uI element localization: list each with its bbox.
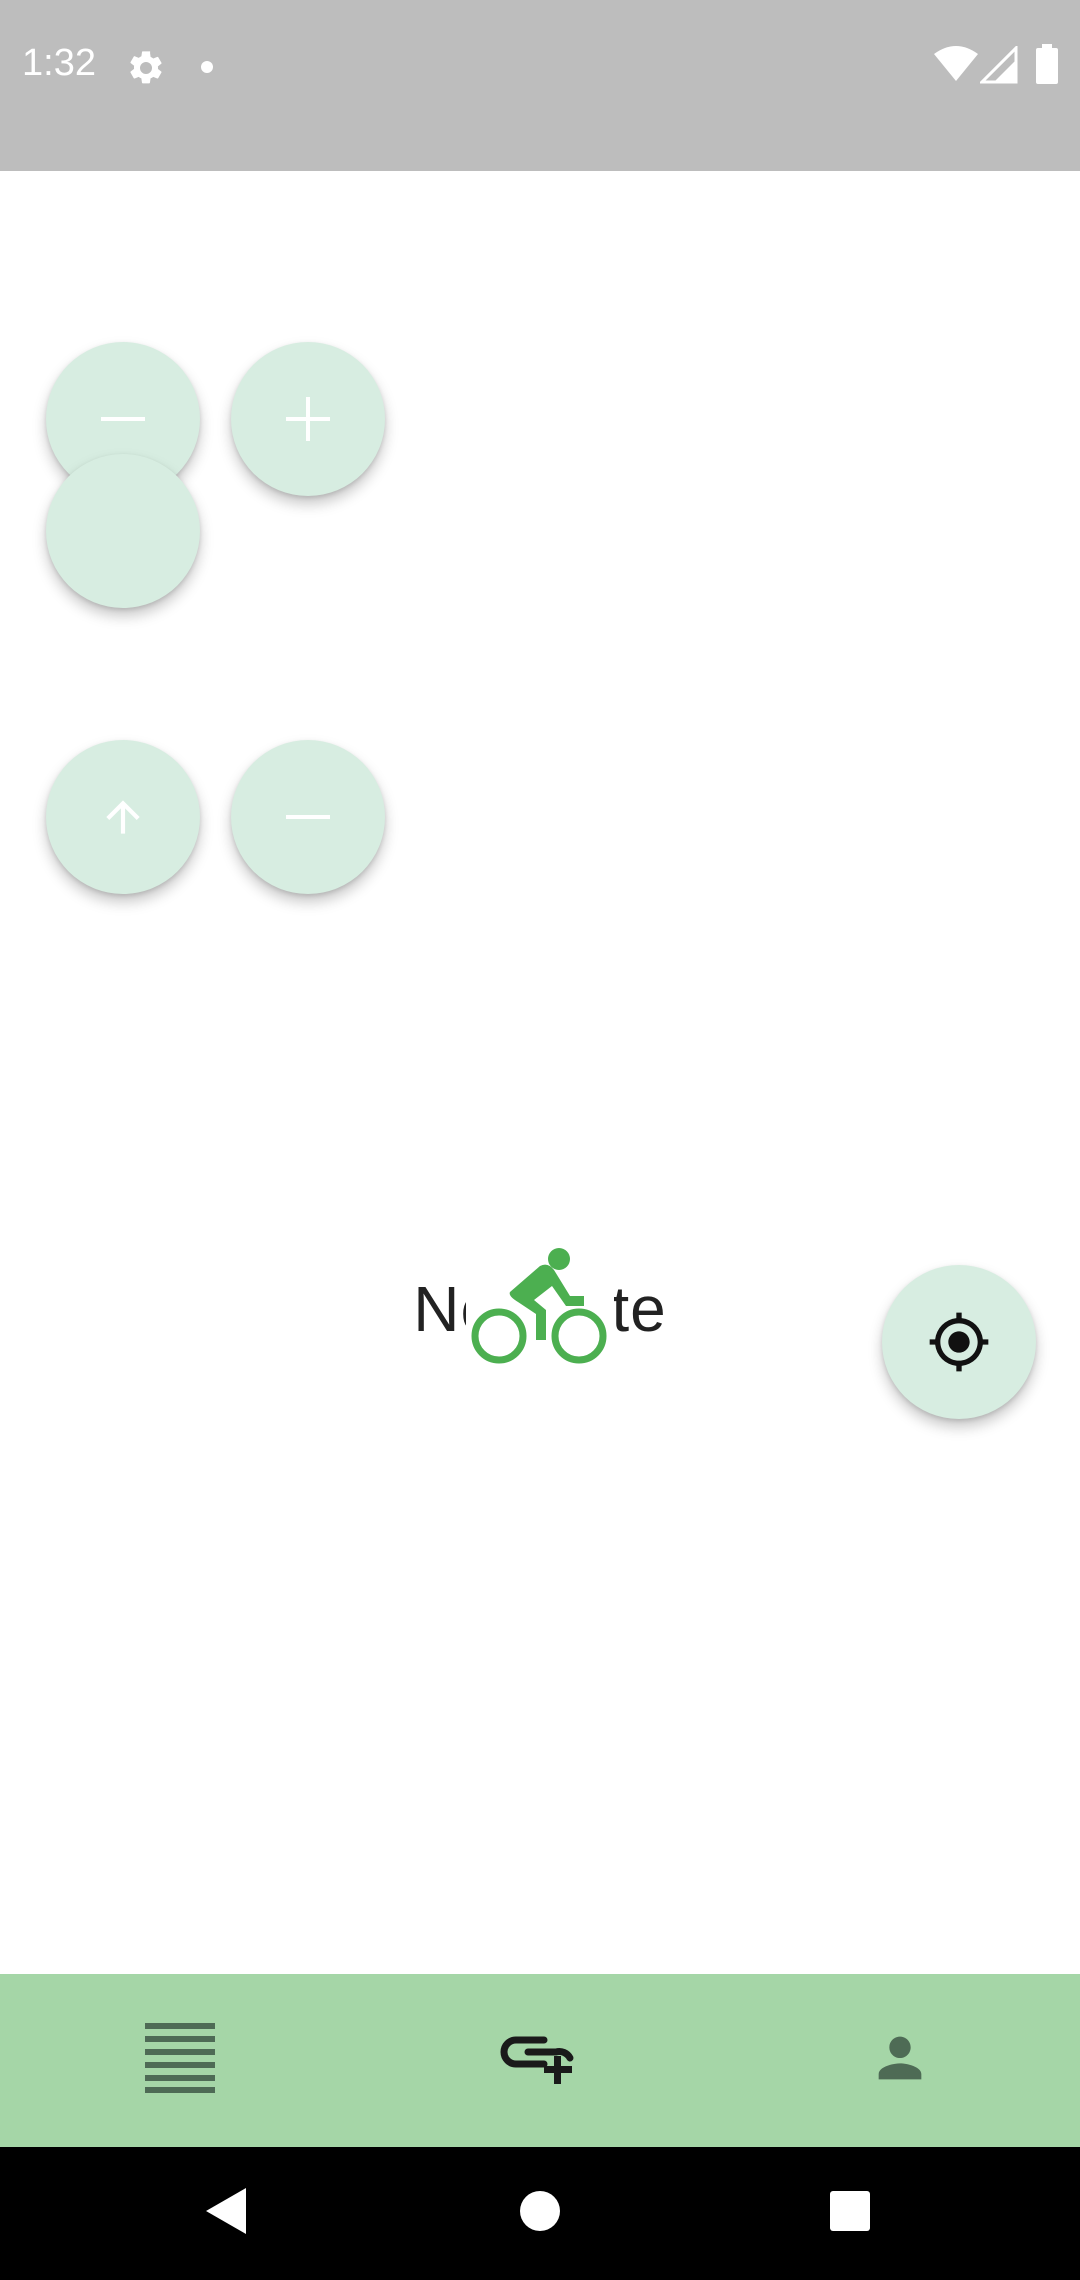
- bicycle-icon: [466, 1244, 614, 1372]
- settings-gear-icon: [126, 48, 166, 93]
- gps-crosshair-icon: [927, 1310, 991, 1374]
- remove-button[interactable]: [231, 740, 385, 894]
- upload-button[interactable]: [46, 740, 200, 894]
- wifi-icon: [934, 46, 978, 87]
- blank-fab-button[interactable]: [46, 454, 200, 608]
- status-bar: 1:32: [0, 0, 1080, 171]
- plus-icon: [286, 397, 330, 441]
- status-time: 1:32: [22, 42, 96, 84]
- home-button[interactable]: [460, 2147, 620, 2280]
- cell-signal-icon: [978, 44, 1018, 89]
- bottom-navigation: [0, 1974, 1080, 2147]
- home-circle-icon: [519, 2190, 561, 2237]
- nav-item-add-link[interactable]: [360, 1974, 720, 2147]
- nav-item-profile[interactable]: [720, 1974, 1080, 2147]
- system-navigation-bar: [0, 2147, 1080, 2280]
- nav-item-list[interactable]: [0, 1974, 360, 2147]
- link-plus-icon: [500, 2032, 580, 2089]
- recents-button[interactable]: [770, 2147, 930, 2280]
- battery-icon: [1036, 44, 1058, 89]
- my-location-button[interactable]: [882, 1265, 1036, 1419]
- arrow-up-icon: [98, 792, 148, 842]
- zoom-in-button[interactable]: [231, 342, 385, 496]
- back-button[interactable]: [146, 2147, 306, 2280]
- notification-dot-icon: [200, 60, 214, 79]
- list-lines-icon: [145, 2023, 215, 2098]
- minus-icon: [101, 397, 145, 441]
- person-icon: [868, 2026, 932, 2095]
- minus-icon: [286, 795, 330, 839]
- recents-square-icon: [830, 2191, 870, 2236]
- back-triangle-icon: [206, 2188, 246, 2239]
